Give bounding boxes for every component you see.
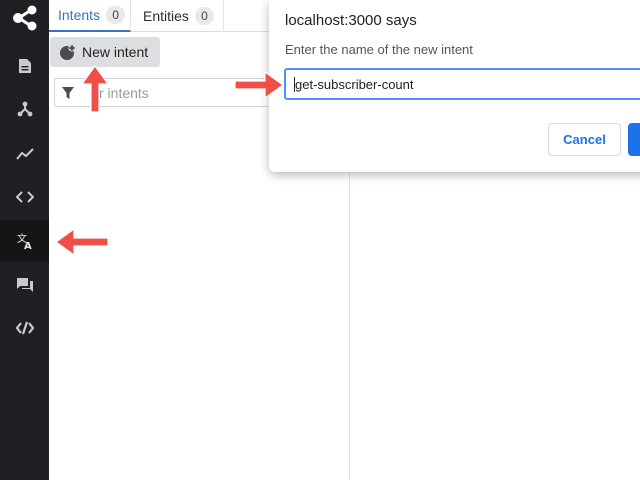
- hierarchy-icon[interactable]: [0, 88, 49, 130]
- intents-count-badge: 0: [106, 6, 126, 24]
- right-arrow-annotation-icon: [234, 70, 285, 100]
- ok-button[interactable]: [628, 123, 640, 156]
- intent-name-value: get-subscriber-count: [295, 76, 414, 92]
- tab-entities[interactable]: Entities 0: [131, 0, 224, 32]
- prompt-dialog: localhost:3000 says Enter the name of th…: [269, 0, 640, 172]
- new-intent-label: New intent: [82, 44, 149, 60]
- tab-intents[interactable]: Intents 0: [49, 0, 131, 32]
- app-window: 文 A Intents 0 Entities 0 New intent r in…: [0, 0, 640, 480]
- intent-name-input[interactable]: get-subscriber-count: [284, 68, 640, 100]
- document-icon[interactable]: [0, 45, 49, 87]
- svg-text:A: A: [24, 241, 32, 250]
- brain-plus-icon: [60, 43, 76, 60]
- tab-entities-label: Entities: [143, 8, 189, 24]
- share-logo-icon[interactable]: [0, 0, 49, 36]
- chat-icon[interactable]: [0, 264, 49, 306]
- dialog-message: Enter the name of the new intent: [285, 42, 473, 57]
- api-icon[interactable]: [0, 307, 49, 349]
- entities-count-badge: 0: [194, 7, 214, 25]
- new-intent-button[interactable]: New intent: [50, 37, 160, 67]
- code-icon[interactable]: [0, 176, 49, 218]
- cancel-button[interactable]: Cancel: [548, 123, 621, 156]
- left-arrow-annotation-icon: [54, 227, 109, 257]
- trend-icon[interactable]: [0, 133, 49, 175]
- filter-icon: [62, 86, 74, 99]
- dialog-title: localhost:3000 says: [285, 12, 417, 29]
- up-arrow-annotation-icon: [80, 64, 110, 113]
- tab-intents-label: Intents: [58, 7, 101, 23]
- left-sidebar: 文 A: [0, 0, 49, 480]
- translate-icon[interactable]: 文 A: [0, 220, 49, 262]
